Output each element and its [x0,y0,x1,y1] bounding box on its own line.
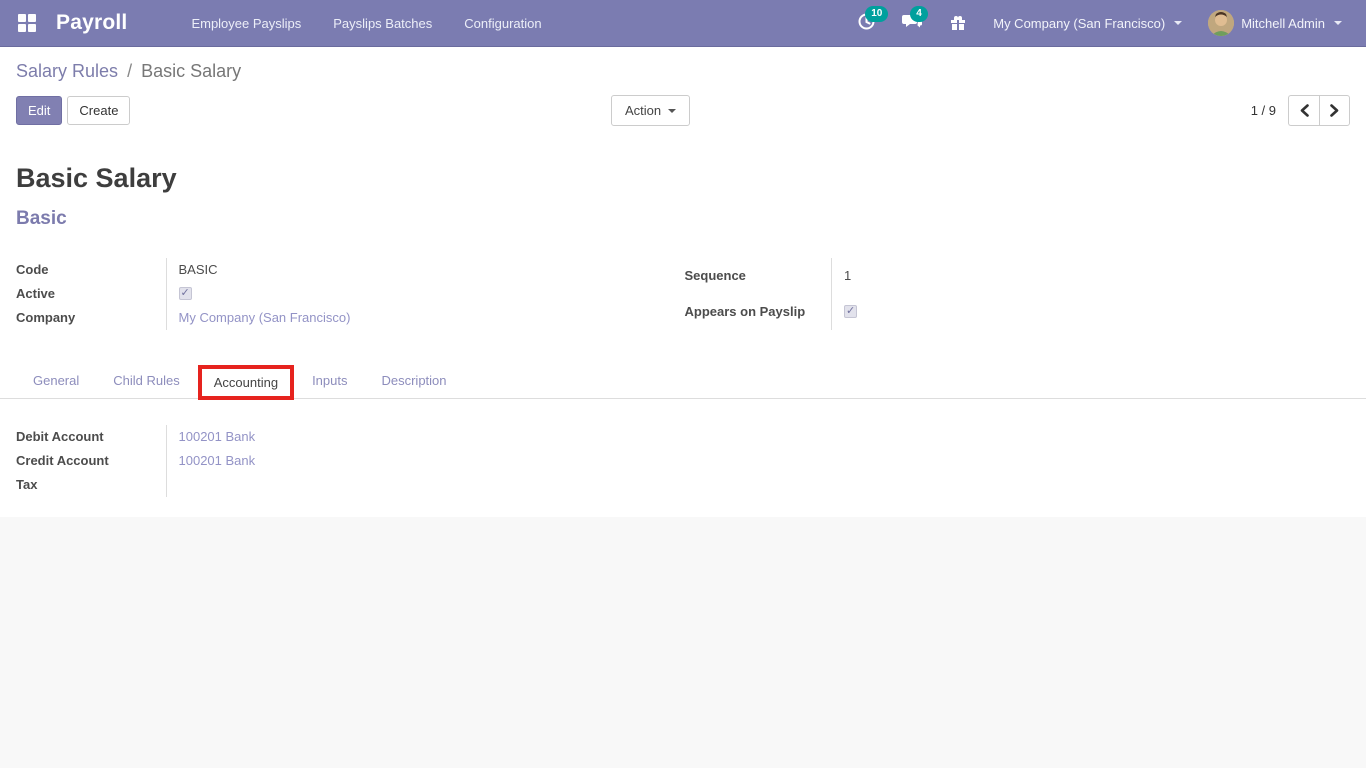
activity-count-badge: 10 [865,6,889,22]
annotation-highlight-box: Accounting [197,364,295,400]
debit-account-value-link[interactable]: 100201 Bank [179,429,256,444]
main-menu: Employee Payslips Payslips Batches Confi… [179,8,553,39]
active-label: Active [16,286,56,301]
field-row-appears-on-payslip: Appears on Payslip [684,294,1350,330]
menu-employee-payslips[interactable]: Employee Payslips [179,8,313,39]
chevron-right-icon [1330,104,1339,117]
tax-value [165,473,656,497]
credit-account-label: Credit Account [16,453,109,468]
chevron-down-icon [1334,21,1342,25]
accounting-tab-content: Debit Account 100201 Bank Credit Account… [0,399,1366,497]
accounting-field-column: Debit Account 100201 Bank Credit Account… [16,425,656,497]
chevron-down-icon [1174,21,1183,25]
tab-general[interactable]: General [16,363,96,398]
appears-on-payslip-label: Appears on Payslip [684,304,806,319]
user-menu[interactable]: Mitchell Admin [1198,4,1352,42]
breadcrumb: Salary Rules / Basic Salary [16,61,1350,82]
sequence-label: Sequence [684,268,746,283]
sequence-value: 1 [831,258,1350,294]
main-content: Salary Rules / Basic Salary Edit Create … [0,47,1366,517]
messages-button[interactable]: 4 [892,6,933,40]
field-row-credit-account: Credit Account 100201 Bank [16,449,656,473]
breadcrumb-salary-rules[interactable]: Salary Rules [16,61,118,81]
record-title: Basic Salary [16,163,177,193]
pager: 1 / 9 [1251,95,1350,126]
code-label: Code [16,262,49,277]
field-column-left: Code BASIC Active Company My Company (Sa… [16,258,682,330]
company-switcher[interactable]: My Company (San Francisco) [983,10,1192,37]
chevron-down-icon [668,108,677,113]
action-dropdown-button[interactable]: Action [611,95,691,126]
active-checkbox [178,286,192,300]
credit-account-value-link[interactable]: 100201 Bank [179,453,256,468]
app-brand[interactable]: Payroll [56,11,127,35]
menu-configuration[interactable]: Configuration [452,8,553,39]
top-navbar: Payroll Employee Payslips Payslips Batch… [0,0,1366,47]
form-sheet: Basic Salary Basic Code BASIC Active Com… [0,163,1366,330]
tab-description[interactable]: Description [364,363,463,398]
company-value-link[interactable]: My Company (San Francisco) [179,310,351,325]
tax-label: Tax [16,477,38,492]
breadcrumb-separator: / [127,61,133,81]
record-category: Basic [16,208,67,229]
field-column-right: Sequence 1 Appears on Payslip [684,258,1350,330]
field-row-code: Code BASIC [16,258,682,282]
debit-account-label: Debit Account [16,429,104,444]
tab-inputs[interactable]: Inputs [295,363,364,398]
field-row-debit-account: Debit Account 100201 Bank [16,425,656,449]
chevron-left-icon [1300,104,1309,117]
code-value: BASIC [165,258,682,282]
breadcrumb-current: Basic Salary [141,61,242,81]
edit-button[interactable]: Edit [16,96,63,125]
pager-next-button[interactable] [1319,95,1350,126]
tab-accounting[interactable]: Accounting [214,375,278,390]
field-row-active: Active [16,282,682,306]
control-panel: Salary Rules / Basic Salary Edit Create … [0,47,1366,126]
appears-on-payslip-checkbox [844,304,857,318]
pager-previous-button[interactable] [1288,95,1319,126]
create-button[interactable]: Create [67,96,131,125]
apps-menu-icon[interactable] [16,12,38,34]
tab-child-rules[interactable]: Child Rules [96,363,196,398]
field-row-tax: Tax [16,473,656,497]
menu-payslips-batches[interactable]: Payslips Batches [321,8,444,39]
message-count-badge: 4 [910,6,928,22]
avatar [1208,10,1235,36]
gift-icon [949,13,967,34]
field-group: Code BASIC Active Company My Company (Sa… [16,258,1350,330]
action-label: Action [625,103,662,118]
gift-button[interactable] [939,7,977,40]
field-row-sequence: Sequence 1 [684,258,1350,294]
user-name: Mitchell Admin [1241,15,1325,31]
field-row-company: Company My Company (San Francisco) [16,306,682,330]
pager-counter[interactable]: 1 / 9 [1251,103,1276,118]
systray: 10 4 My Company (San Francisco) Mitchell… [847,4,1352,42]
company-label: Company [16,310,76,325]
activities-button[interactable]: 10 [847,6,889,40]
company-name: My Company (San Francisco) [993,15,1166,31]
notebook-tabs: General Child Rules Accounting Inputs De… [0,362,1366,400]
